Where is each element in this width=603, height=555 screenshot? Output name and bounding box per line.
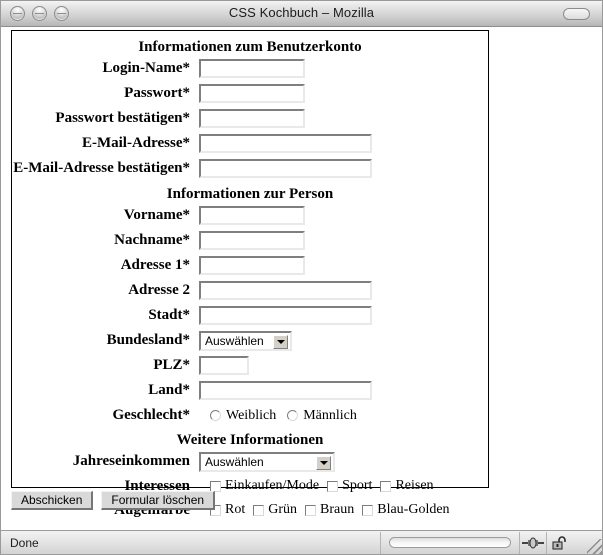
label-login-name: Login-Name* (102, 60, 191, 76)
field-row-email: E-Mail-Adresse* (12, 131, 488, 156)
radio-circle-icon[interactable] (287, 410, 299, 421)
radio-circle-icon[interactable] (210, 410, 221, 421)
label-state: Bundesland* (106, 332, 190, 348)
checkbox-label-brown: Braun (320, 502, 355, 517)
label-email-confirm: E-Mail-Adresse bestätigen* (13, 160, 190, 176)
input-city[interactable] (199, 306, 372, 325)
field-row-login-name: Login-Name* (12, 56, 488, 81)
section-legend-account: Informationen zum Benutzerkonto (138, 39, 362, 55)
chevron-down-icon[interactable] (316, 455, 331, 470)
label-city: Stadt* (148, 307, 190, 323)
status-divider (380, 531, 381, 554)
select-state[interactable]: Auswählen (199, 330, 292, 351)
reset-button[interactable]: Formular löschen (101, 491, 216, 510)
checkbox-label-green: Grün (268, 502, 298, 517)
checkbox-label-travel: Reisen (395, 478, 434, 493)
field-row-password-confirm: Passwort bestätigen* (12, 106, 488, 131)
radio-gender-male[interactable]: Männlich (287, 408, 357, 424)
checkbox-eyecolor-green[interactable]: Grün (253, 502, 297, 518)
submit-button[interactable]: Abschicken (11, 491, 94, 510)
section-legend-person: Informationen zur Person (166, 186, 334, 202)
input-address2[interactable] (199, 281, 372, 300)
checkbox-eyecolor-bluegolden[interactable]: Blau-Golden (362, 502, 450, 518)
checkbox-interest-sport[interactable]: Sport (327, 478, 372, 494)
label-address1: Adresse 1* (120, 257, 190, 273)
field-row-address1: Adresse 1* (12, 253, 488, 278)
registration-form: Informationen zum Benutzerkonto Login-Na… (11, 30, 489, 518)
checkbox-interest-shopping[interactable]: Einkaufen/Mode (210, 478, 319, 494)
radio-label-male: Männlich (303, 407, 357, 423)
label-gender: Geschlecht* (112, 407, 190, 423)
checkbox-eyecolor-red[interactable]: Rot (210, 502, 245, 518)
window-titlebar: CSS Kochbuch – Mozilla (1, 1, 602, 27)
field-row-password: Passwort* (12, 81, 488, 106)
field-row-income: Jahreseinkommen Auswählen (12, 449, 488, 474)
checkbox-square-icon[interactable] (362, 504, 374, 516)
label-address2: Adresse 2 (128, 282, 190, 298)
checkbox-label-bluegolden: Blau-Golden (377, 502, 450, 517)
label-country: Land* (148, 382, 190, 398)
input-zip[interactable] (199, 356, 249, 375)
label-email: E-Mail-Adresse* (81, 135, 190, 151)
field-row-zip: PLZ* (12, 353, 488, 378)
input-country[interactable] (199, 381, 372, 400)
label-zip: PLZ* (153, 357, 190, 373)
input-lastname[interactable] (199, 231, 305, 250)
progress-bar (389, 537, 511, 548)
field-row-address2: Adresse 2 (12, 278, 488, 303)
field-row-email-confirm: E-Mail-Adresse bestätigen* (12, 156, 488, 181)
input-login-name[interactable] (199, 59, 305, 78)
field-row-city: Stadt* (12, 303, 488, 328)
label-firstname: Vorname* (123, 207, 190, 223)
page-content: Informationen zum Benutzerkonto Login-Na… (1, 27, 602, 518)
checkbox-square-icon[interactable] (210, 480, 221, 492)
label-lastname: Nachname* (114, 232, 190, 248)
section-legend-additional: Weitere Informationen (176, 432, 324, 448)
online-plug-icon[interactable] (520, 532, 546, 554)
field-row-country: Land* (12, 378, 488, 403)
checkbox-square-icon[interactable] (327, 480, 339, 492)
chevron-down-icon[interactable] (273, 334, 288, 349)
form-button-bar: Abschicken Formular löschen (11, 491, 216, 510)
checkbox-square-icon[interactable] (305, 504, 317, 516)
label-password: Passwort* (124, 85, 190, 101)
window-shade-button[interactable] (563, 8, 590, 20)
checkbox-label-shopping: Einkaufen/Mode (225, 478, 320, 493)
field-row-firstname: Vorname* (12, 203, 488, 228)
input-email-confirm[interactable] (199, 159, 372, 178)
status-bar: Done (1, 530, 602, 554)
input-password[interactable] (199, 84, 305, 103)
radio-label-female: Weiblich (226, 407, 277, 423)
select-income[interactable]: Auswählen (199, 451, 335, 472)
resize-grip[interactable] (587, 539, 602, 554)
status-message: Done (10, 535, 39, 550)
select-income-value: Auswählen (205, 454, 264, 469)
checkbox-square-icon[interactable] (253, 504, 265, 516)
checkbox-eyecolor-brown[interactable]: Braun (305, 502, 354, 518)
input-password-confirm[interactable] (199, 109, 305, 128)
browser-window: CSS Kochbuch – Mozilla Informationen zum… (0, 0, 603, 555)
checkbox-interest-travel[interactable]: Reisen (380, 478, 434, 494)
field-row-lastname: Nachname* (12, 228, 488, 253)
checkbox-label-red: Rot (225, 502, 246, 517)
checkbox-square-icon[interactable] (380, 480, 392, 492)
input-email[interactable] (199, 134, 372, 153)
radio-gender-female[interactable]: Weiblich (210, 408, 276, 424)
label-income: Jahreseinkommen (72, 453, 190, 469)
input-address1[interactable] (199, 256, 305, 275)
label-password-confirm: Passwort bestätigen* (55, 110, 190, 126)
select-state-value: Auswählen (205, 333, 264, 348)
field-row-gender: Geschlecht* Weiblich Männlich (12, 403, 488, 428)
window-title: CSS Kochbuch – Mozilla (228, 5, 375, 20)
checkbox-label-sport: Sport (342, 478, 373, 493)
field-row-state: Bundesland* Auswählen (12, 328, 488, 353)
unlocked-padlock-icon[interactable] (547, 532, 573, 554)
input-firstname[interactable] (199, 206, 305, 225)
